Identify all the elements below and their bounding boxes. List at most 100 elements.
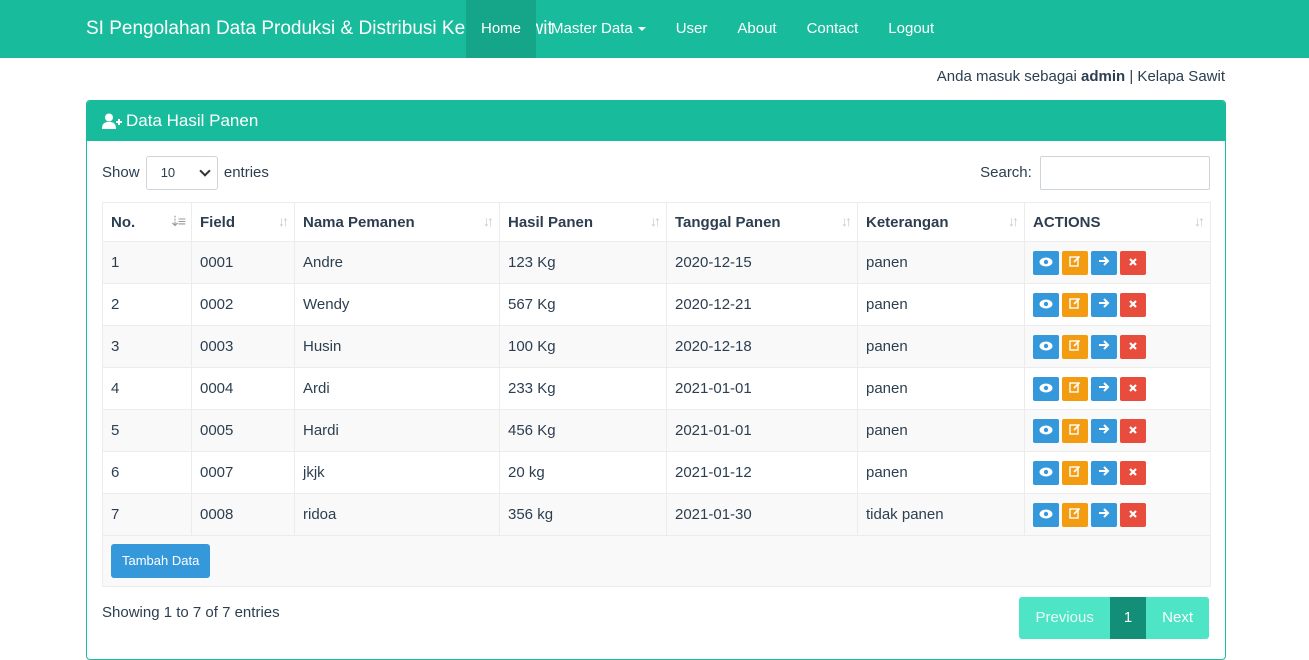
view-button[interactable] [1033,376,1059,401]
cell-tanggal: 2020-12-21 [666,283,858,326]
detail-button[interactable] [1091,376,1117,401]
close-icon [1128,466,1138,480]
col-header-actions[interactable]: ACTIONS ↓↑ [1024,202,1211,242]
nav-user[interactable]: User [661,0,723,58]
brand-title[interactable]: SI Pengolahan Data Produksi & Distribusi… [0,0,553,58]
nav-master-data[interactable]: Master Data [536,0,661,58]
nav-master-data-label: Master Data [551,20,633,37]
nav-home[interactable]: Home [466,0,537,58]
view-button[interactable] [1033,250,1059,275]
view-icon [1039,466,1053,480]
delete-button[interactable] [1120,418,1146,443]
edit-button[interactable] [1062,418,1088,443]
pagination-page-1[interactable]: 1 [1109,597,1147,639]
cell-nama: Husin [294,325,500,368]
sort-icon: ↓↑ [1194,213,1205,229]
cell-actions [1024,283,1211,326]
sort-icon: ↓↑ [650,213,661,229]
delete-button[interactable] [1120,250,1146,275]
cell-field: 0003 [191,325,295,368]
nav-about-label: About [737,20,777,37]
view-button[interactable] [1033,460,1059,485]
cell-hasil: 567 Kg [499,283,667,326]
edit-icon [1069,381,1081,396]
view-icon [1039,298,1053,312]
delete-button[interactable] [1120,334,1146,359]
show-label: Show [102,164,140,181]
nav-contact[interactable]: Contact [792,0,874,58]
col-header-field[interactable]: Field ↓↑ [191,202,295,242]
table-row: 2 0002 Wendy 567 Kg 2020-12-21 panen [102,283,1211,326]
cell-field: 0007 [191,451,295,494]
length-control: Show 10 entries [102,156,269,191]
cell-no: 5 [102,409,192,452]
panel-title: Data Hasil Panen [126,111,259,130]
col-header-no[interactable]: No. ⇣≡ [102,202,192,242]
table-info: Showing 1 to 7 of 7 entries [102,604,280,621]
table-row: 6 0007 jkjk 20 kg 2021-01-12 panen [102,451,1211,494]
sort-icon: ↓↑ [1008,213,1019,229]
login-suffix: | Kelapa Sawit [1125,68,1225,85]
cell-no: 1 [102,241,192,284]
col-header-tanggal[interactable]: Tanggal Panen ↓↑ [666,202,858,242]
view-button[interactable] [1033,334,1059,359]
col-header-nama[interactable]: Nama Pemanen ↓↑ [294,202,500,242]
pagination-next[interactable]: Next [1146,597,1209,639]
detail-button[interactable] [1091,334,1117,359]
arrow-right-icon [1098,297,1110,312]
table-row: 4 0004 Ardi 233 Kg 2021-01-01 panen [102,367,1211,410]
col-header-label: Nama Pemanen [303,213,415,231]
cell-hasil: 123 Kg [499,241,667,284]
sort-icon: ↓↑ [278,213,289,229]
edit-button[interactable] [1062,334,1088,359]
delete-button[interactable] [1120,502,1146,527]
edit-button[interactable] [1062,292,1088,317]
edit-button[interactable] [1062,460,1088,485]
cell-field: 0005 [191,409,295,452]
detail-button[interactable] [1091,418,1117,443]
cell-hasil: 100 Kg [499,325,667,368]
detail-button[interactable] [1091,502,1117,527]
col-header-keterangan[interactable]: Keterangan ↓↑ [857,202,1025,242]
detail-button[interactable] [1091,250,1117,275]
table-row: 1 0001 Andre 123 Kg 2020-12-15 panen [102,241,1211,284]
edit-icon [1069,297,1081,312]
entries-select[interactable]: 10 [145,156,218,191]
edit-button[interactable] [1062,376,1088,401]
cell-tanggal: 2021-01-12 [666,451,858,494]
view-button[interactable] [1033,292,1059,317]
top-navbar: SI Pengolahan Data Produksi & Distribusi… [0,0,1309,58]
view-button[interactable] [1033,502,1059,527]
cell-actions [1024,493,1211,536]
view-button[interactable] [1033,418,1059,443]
col-header-hasil[interactable]: Hasil Panen ↓↑ [499,202,667,242]
delete-button[interactable] [1120,292,1146,317]
table-body: 1 0001 Andre 123 Kg 2020-12-15 panen 2 0002 Wend… [102,241,1211,536]
search-input[interactable] [1040,156,1210,191]
nav-about[interactable]: About [722,0,791,58]
arrow-right-icon [1098,255,1110,270]
col-header-label: Keterangan [866,213,949,231]
close-icon [1128,256,1138,270]
table-row: 5 0005 Hardi 456 Kg 2021-01-01 panen [102,409,1211,452]
add-data-button[interactable]: Tambah Data [111,544,211,578]
sort-icon: ↓↑ [841,213,852,229]
view-icon [1039,424,1053,438]
entries-value: 10 [160,165,176,181]
edit-button[interactable] [1062,250,1088,275]
arrow-right-icon [1098,465,1110,480]
nav-logout[interactable]: Logout [873,0,949,58]
pagination: Previous 1 Next [1019,597,1209,639]
cell-field: 0002 [191,283,295,326]
edit-button[interactable] [1062,502,1088,527]
detail-button[interactable] [1091,292,1117,317]
pagination-previous[interactable]: Previous [1019,597,1110,639]
chevron-down-icon [199,165,211,177]
close-icon [1128,382,1138,396]
detail-button[interactable] [1091,460,1117,485]
delete-button[interactable] [1120,376,1146,401]
delete-button[interactable] [1120,460,1146,485]
arrow-right-icon [1098,507,1110,522]
cell-actions [1024,325,1211,368]
arrow-right-icon [1098,423,1110,438]
